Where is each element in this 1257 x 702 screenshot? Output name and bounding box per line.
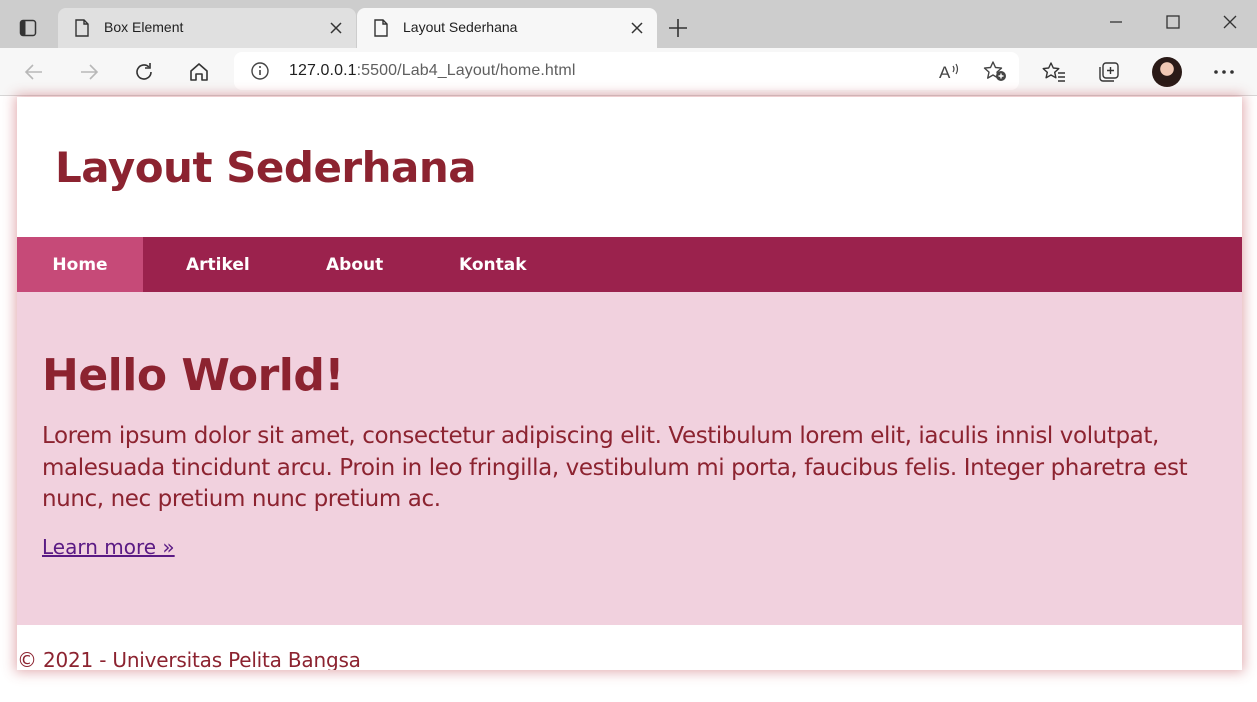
nav-item-artikel[interactable]: Artikel <box>186 237 250 292</box>
hero-text: Lorem ipsum dolor sit amet, consectetur … <box>42 423 1188 512</box>
favorites-icon[interactable] <box>1040 58 1068 86</box>
tab-layout-sederhana[interactable]: Layout Sederhana <box>357 8 657 48</box>
site-title: Layout Sederhana <box>55 143 477 192</box>
new-tab-icon[interactable] <box>664 14 692 42</box>
web-page: Layout Sederhana Home Artikel About Kont… <box>17 97 1242 670</box>
learn-more-link[interactable]: Learn more » <box>42 535 175 559</box>
address-bar[interactable]: 127.0.0.1:5500/Lab4_Layout/home.html A <box>234 52 1019 90</box>
tab-box-element[interactable]: Box Element <box>58 8 356 48</box>
page-icon <box>374 19 388 37</box>
tab-bar: Box Element Layout Sederhana <box>0 0 1257 48</box>
info-icon[interactable] <box>250 61 270 81</box>
minimize-icon[interactable] <box>1104 10 1128 34</box>
nav-item-about[interactable]: About <box>326 237 383 292</box>
more-options-icon[interactable] <box>1210 58 1238 86</box>
svg-text:A: A <box>939 63 951 81</box>
browser-toolbar: 127.0.0.1:5500/Lab4_Layout/home.html A <box>0 48 1257 96</box>
close-window-icon[interactable] <box>1218 10 1242 34</box>
close-icon[interactable] <box>629 20 645 36</box>
hero-section: Hello World! Lorem ipsum dolor sit amet,… <box>17 292 1242 625</box>
add-favorite-icon[interactable] <box>983 60 1007 82</box>
hero-title: Hello World! <box>42 350 344 401</box>
site-header: Layout Sederhana <box>17 97 1242 237</box>
collections-icon[interactable] <box>1095 58 1123 86</box>
page-icon <box>75 19 89 37</box>
forward-icon[interactable] <box>75 58 103 86</box>
read-aloud-icon[interactable]: A <box>939 61 961 81</box>
back-icon[interactable] <box>20 58 48 86</box>
refresh-icon[interactable] <box>130 58 158 86</box>
nav-item-kontak[interactable]: Kontak <box>459 237 527 292</box>
home-icon[interactable] <box>185 58 213 86</box>
tab-title: Box Element <box>104 19 184 35</box>
profile-avatar[interactable] <box>1152 57 1182 87</box>
main-nav: Home Artikel About Kontak <box>17 237 1242 292</box>
tab-actions-icon[interactable] <box>8 8 48 48</box>
maximize-icon[interactable] <box>1161 10 1185 34</box>
url-text[interactable]: 127.0.0.1:5500/Lab4_Layout/home.html <box>289 62 576 80</box>
site-footer: © 2021 - Universitas Pelita Bangsa <box>17 625 1242 670</box>
nav-item-home[interactable]: Home <box>17 237 143 292</box>
footer-text: © 2021 - Universitas Pelita Bangsa <box>17 648 361 670</box>
tab-title: Layout Sederhana <box>403 19 518 35</box>
close-icon[interactable] <box>328 20 344 36</box>
